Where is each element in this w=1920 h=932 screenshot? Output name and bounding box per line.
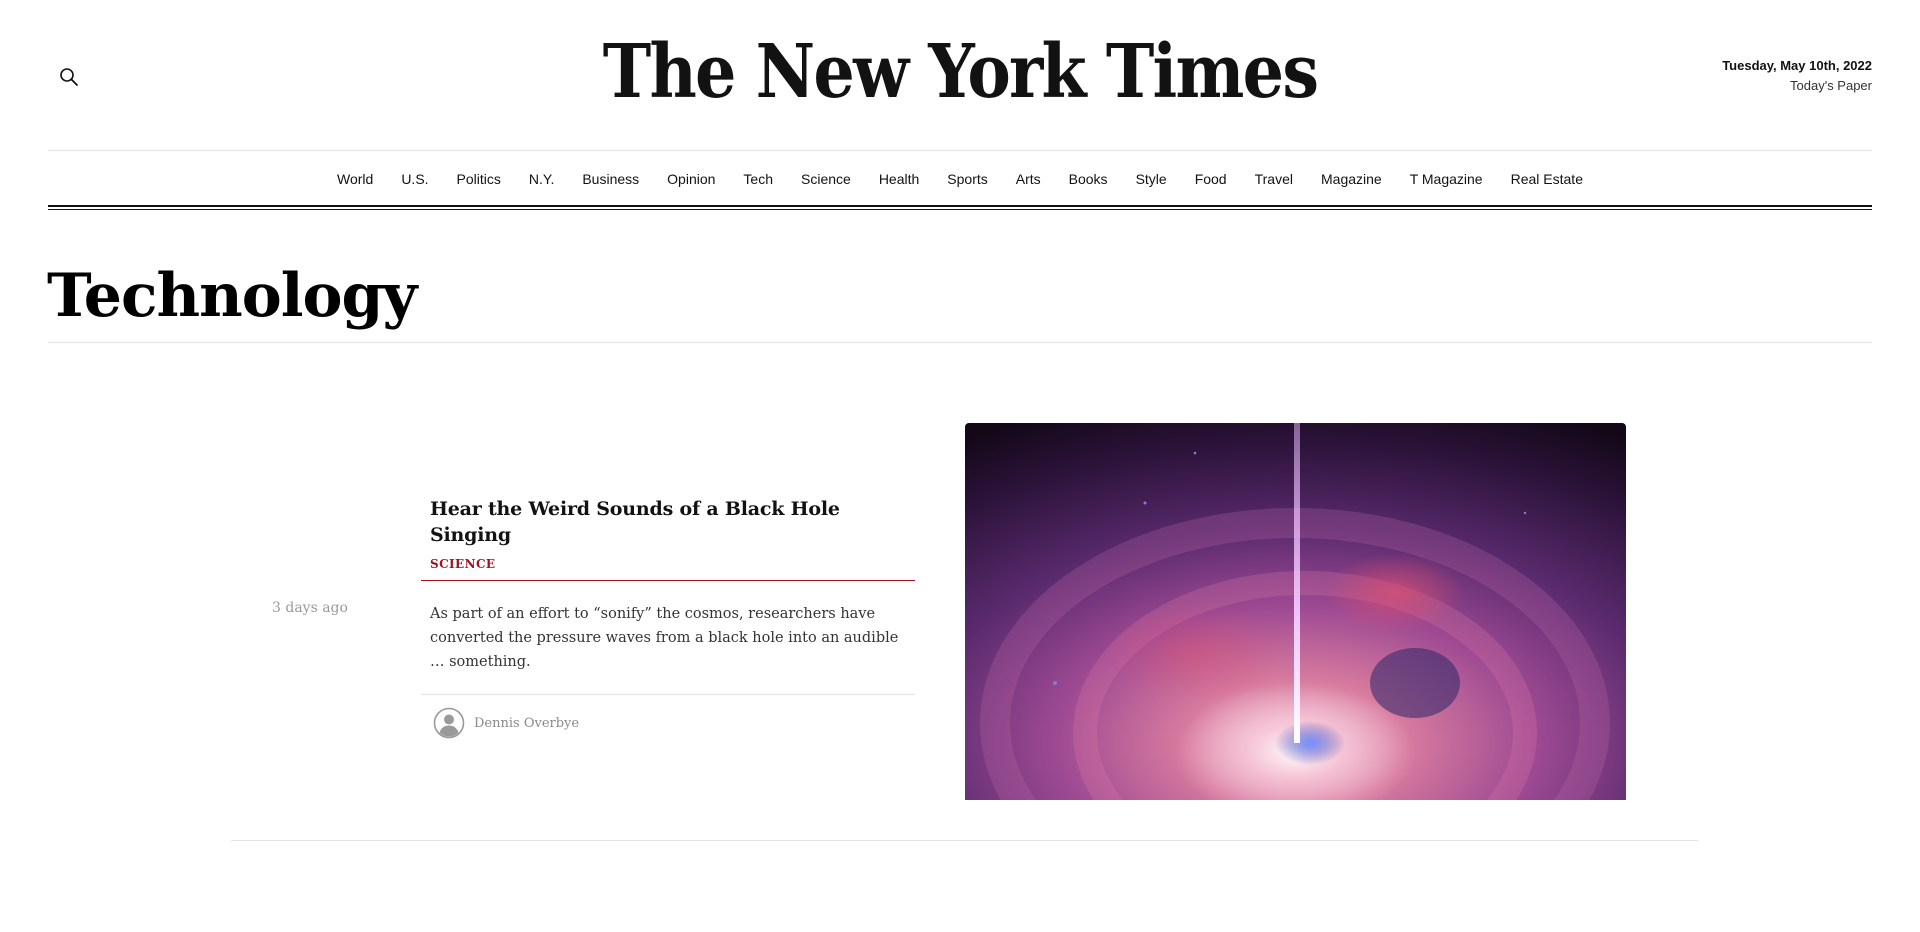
story-author: Dennis Overbye: [474, 715, 580, 731]
kicker-divider: [421, 580, 915, 581]
story-card: Hear the Weird Sounds of a Black Hole Si…: [421, 496, 915, 740]
nav-item-ny[interactable]: N.Y.: [515, 168, 568, 190]
nav-item-arts[interactable]: Arts: [1002, 168, 1055, 190]
nav-item-business[interactable]: Business: [568, 168, 653, 190]
section-nav: World U.S. Politics N.Y. Business Opinio…: [0, 168, 1920, 190]
story-byline[interactable]: Dennis Overbye: [421, 706, 915, 740]
search-button[interactable]: [52, 60, 86, 94]
story-summary: As part of an effort to “sonify” the cos…: [430, 606, 899, 670]
todays-paper-link[interactable]: Today's Paper: [1722, 78, 1872, 94]
nyt-logo[interactable]: The New York Times: [603, 22, 1319, 122]
bottom-divider: [231, 840, 1698, 841]
nav-bottom-divider: [48, 205, 1872, 210]
nav-item-real-estate[interactable]: Real Estate: [1497, 168, 1597, 190]
search-icon: [60, 68, 78, 86]
nav-item-science[interactable]: Science: [787, 168, 865, 190]
current-date: Tuesday, May 10th, 2022: [1722, 58, 1872, 73]
story-image[interactable]: [965, 423, 1626, 800]
nav-item-opinion[interactable]: Opinion: [653, 168, 729, 190]
nav-item-books[interactable]: Books: [1055, 168, 1122, 190]
story-headline[interactable]: Hear the Weird Sounds of a Black Hole Si…: [421, 496, 915, 548]
nav-item-style[interactable]: Style: [1122, 168, 1181, 190]
nav-item-politics[interactable]: Politics: [443, 168, 515, 190]
black-hole-image: [965, 423, 1626, 800]
dateline: Tuesday, May 10th, 2022 Today's Paper: [1722, 58, 1872, 94]
section-divider: [48, 342, 1872, 343]
story-kicker[interactable]: SCIENCE: [421, 556, 915, 572]
nav-item-travel[interactable]: Travel: [1241, 168, 1307, 190]
nav-item-world[interactable]: World: [323, 168, 387, 190]
section-title: Technology: [47, 261, 417, 331]
nav-item-magazine[interactable]: Magazine: [1307, 168, 1396, 190]
nav-item-health[interactable]: Health: [865, 168, 933, 190]
user-avatar-icon: [432, 706, 466, 740]
story-timestamp: 3 days ago: [272, 600, 348, 616]
nav-item-food[interactable]: Food: [1181, 168, 1241, 190]
nav-item-sports[interactable]: Sports: [933, 168, 1001, 190]
nav-item-tech[interactable]: Tech: [729, 168, 787, 190]
summary-divider: [421, 694, 915, 695]
nav-item-t-magazine[interactable]: T Magazine: [1396, 168, 1497, 190]
nav-item-us[interactable]: U.S.: [387, 168, 442, 190]
nav-top-divider: [48, 150, 1872, 151]
